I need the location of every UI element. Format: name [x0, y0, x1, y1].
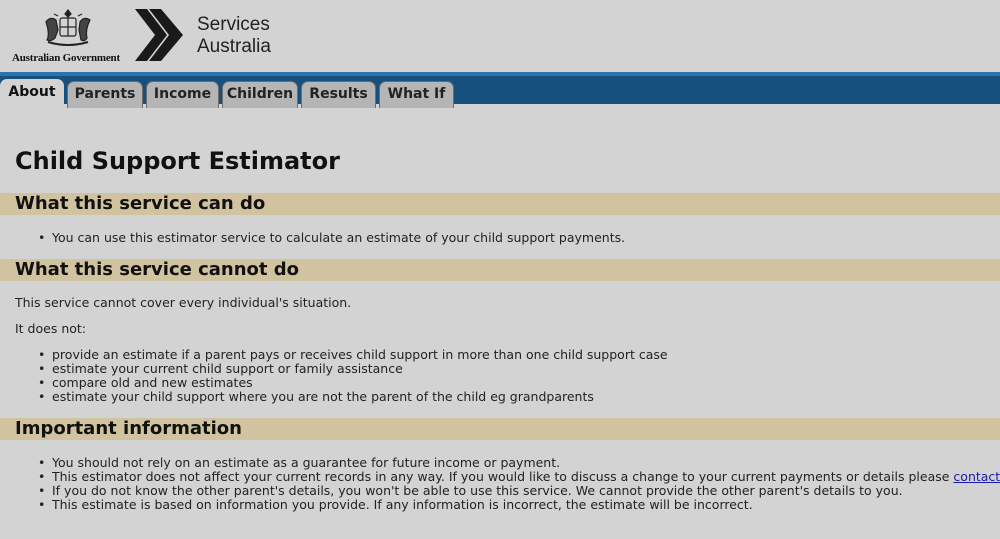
tab-bar: About Parents Income Children Results Wh…	[0, 72, 1000, 108]
coat-of-arms-icon	[45, 9, 91, 46]
cannot-intro-text: This service cannot cover every individu…	[15, 295, 352, 310]
site-header: Australian Government Services Australia	[0, 0, 1000, 72]
can-do-list: You can use this estimator service to ca…	[38, 231, 625, 246]
list-item-text: This estimator does not affect your curr…	[52, 469, 950, 484]
section-heading-can-do: What this service can do	[0, 193, 1000, 215]
important-info-list: You should not rely on an estimate as a …	[38, 456, 1000, 513]
australian-government-logo[interactable]: Australian Government	[10, 6, 125, 66]
services-australia-wordmark[interactable]: Services Australia	[197, 14, 271, 58]
list-item: provide an estimate if a parent pays or …	[38, 348, 668, 363]
list-item: estimate your current child support or f…	[38, 362, 668, 377]
list-item: If you do not know the other parent's de…	[38, 484, 1000, 499]
main-content: Child Support Estimator What this servic…	[0, 104, 1000, 539]
list-item-with-link: This estimator does not affect your curr…	[38, 469, 1000, 485]
cannot-subintro-text: It does not:	[15, 321, 87, 336]
section-heading-text: Important information	[15, 418, 242, 439]
contact-us-link[interactable]: contact us	[953, 469, 1000, 484]
section-heading-cannot-do: What this service cannot do	[0, 259, 1000, 281]
section-heading-text: What this service cannot do	[15, 259, 300, 280]
list-item: compare old and new estimates	[38, 376, 668, 391]
list-item: You should not rely on an estimate as a …	[38, 456, 1000, 471]
list-item: This estimate is based on information yo…	[38, 498, 1000, 513]
section-heading-text: What this service can do	[15, 193, 266, 214]
gov-label: Australian Government	[12, 52, 120, 64]
list-item: estimate your child support where you ar…	[38, 390, 668, 405]
cannot-do-list: provide an estimate if a parent pays or …	[38, 348, 668, 405]
brand-line-1: Services	[197, 14, 270, 35]
brand-line-2: Australia	[197, 36, 271, 57]
section-heading-important: Important information	[0, 418, 1000, 440]
list-item: You can use this estimator service to ca…	[38, 231, 625, 246]
page-title: Child Support Estimator	[15, 147, 340, 175]
services-australia-chevron-icon	[135, 9, 183, 61]
